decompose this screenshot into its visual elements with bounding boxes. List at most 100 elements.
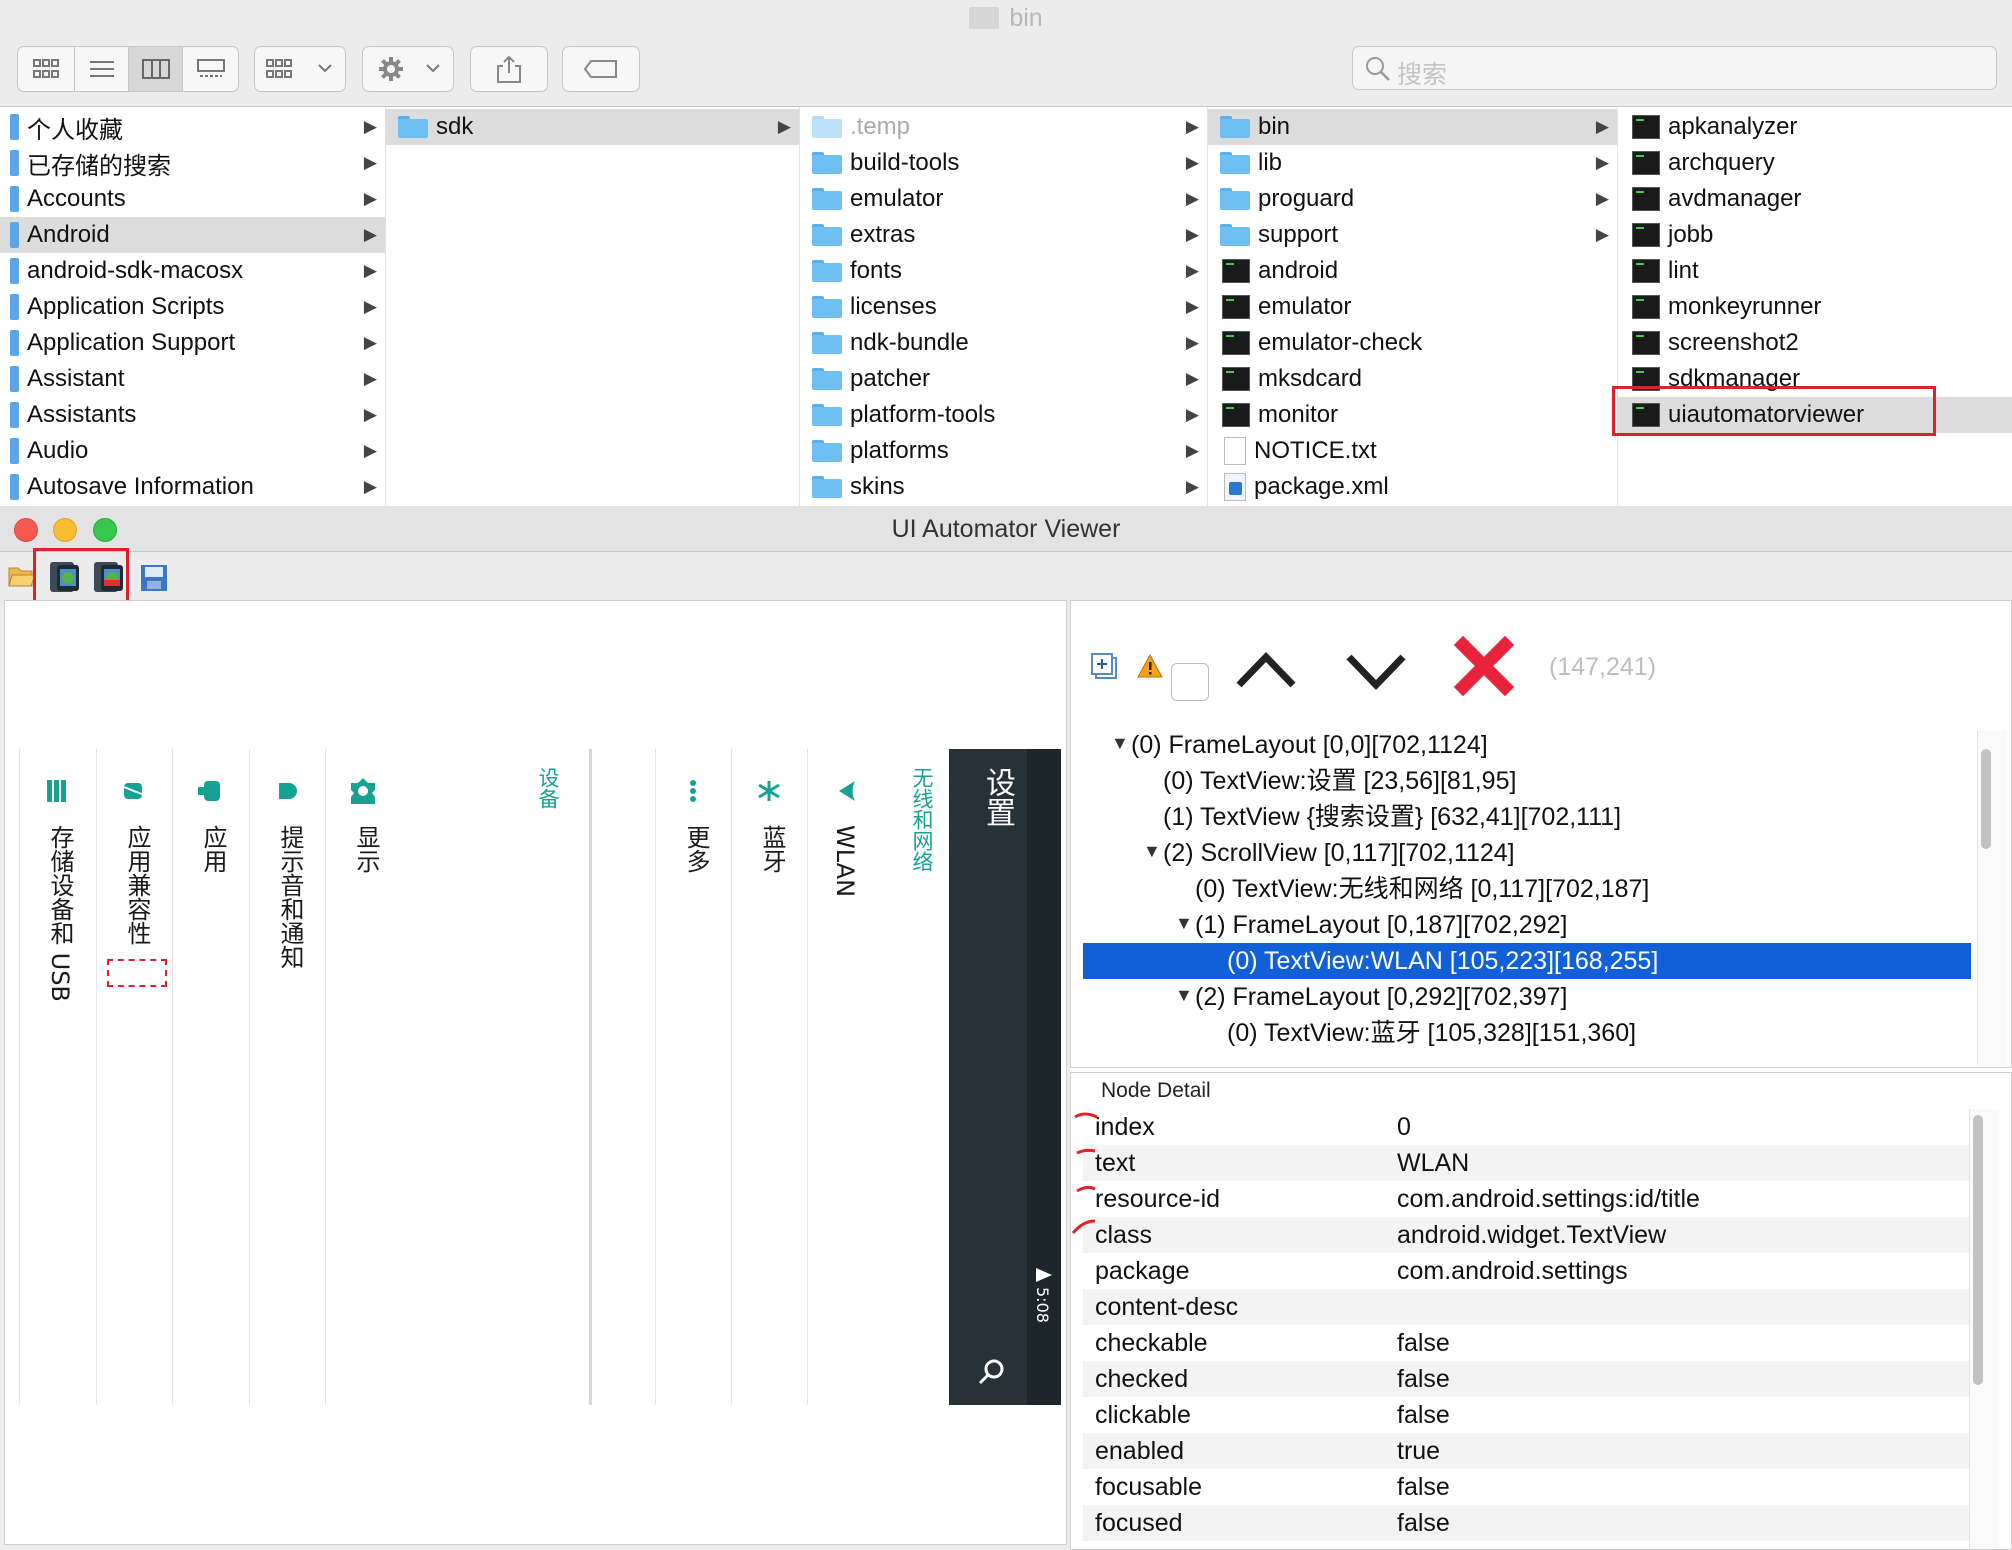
finder-row-autosave-information[interactable]: Autosave Information ▶ bbox=[0, 469, 385, 505]
tree-node[interactable]: (2) FrameLayout [0,292][702,397] bbox=[1195, 979, 1567, 1015]
finder-row-build-tools[interactable]: build-tools ▶ bbox=[800, 145, 1207, 181]
expand-triangle-icon[interactable]: ▼ bbox=[1111, 733, 1129, 754]
finder-row-application-support[interactable]: Application Support ▶ bbox=[0, 325, 385, 361]
tree-node[interactable]: (0) TextView:蓝牙 [105,328][151,360] bbox=[1227, 1015, 1636, 1051]
node-detail-row[interactable]: package com.android.settings bbox=[1083, 1253, 1979, 1289]
filter-checkbox[interactable] bbox=[1171, 663, 1209, 701]
finder-row-bin[interactable]: bin ▶ bbox=[1208, 109, 1617, 145]
finder-row-assistants[interactable]: Assistants ▶ bbox=[0, 397, 385, 433]
node-detail-row[interactable]: clickable false bbox=[1083, 1397, 1979, 1433]
node-detail-row[interactable]: checked false bbox=[1083, 1361, 1979, 1397]
tree-node[interactable]: (1) TextView {搜索设置} [632,41][702,111] bbox=[1163, 799, 1621, 835]
device-list-item[interactable]: 存储设备和 USB bbox=[19, 749, 95, 1405]
finder-row-package-xml[interactable]: package.xml bbox=[1208, 469, 1617, 505]
finder-row-android[interactable]: android bbox=[1208, 253, 1617, 289]
finder-row-item[interactable]: 个人收藏 ▶ bbox=[0, 109, 385, 145]
terminal-exec-icon bbox=[1222, 295, 1250, 319]
expand-triangle-icon[interactable]: ▼ bbox=[1175, 985, 1193, 1006]
action-menu-button[interactable] bbox=[362, 46, 454, 92]
finder-row-item[interactable]: 已存储的搜索 ▶ bbox=[0, 145, 385, 181]
icon-view-button[interactable] bbox=[18, 47, 75, 91]
tree-node[interactable]: (2) ScrollView [0,117][702,1124] bbox=[1163, 835, 1515, 871]
expand-triangle-icon[interactable]: ▼ bbox=[1143, 841, 1161, 862]
tree-node[interactable]: (0) FrameLayout [0,0][702,1124] bbox=[1131, 727, 1488, 763]
node-detail-scrollbar[interactable] bbox=[1969, 1109, 1999, 1549]
tags-button[interactable] bbox=[562, 46, 640, 92]
finder-row-emulator[interactable]: emulator ▶ bbox=[800, 181, 1207, 217]
finder-row-proguard[interactable]: proguard ▶ bbox=[1208, 181, 1617, 217]
finder-row-accounts[interactable]: Accounts ▶ bbox=[0, 181, 385, 217]
finder-row-sdk[interactable]: sdk ▶ bbox=[386, 109, 799, 145]
list-view-button[interactable] bbox=[75, 47, 129, 91]
node-detail-scroll-thumb[interactable] bbox=[1973, 1115, 1983, 1385]
expand-all-button[interactable] bbox=[1091, 653, 1119, 681]
finder-row-extras[interactable]: extras ▶ bbox=[800, 217, 1207, 253]
finder-row-fonts[interactable]: fonts ▶ bbox=[800, 253, 1207, 289]
finder-row-archquery[interactable]: archquery bbox=[1618, 145, 2012, 181]
search-field[interactable]: 搜索 bbox=[1352, 46, 1997, 90]
open-folder-button[interactable] bbox=[8, 564, 36, 588]
device-list-item[interactable]: 更多 bbox=[655, 749, 731, 1405]
finder-row-emulator[interactable]: emulator bbox=[1208, 289, 1617, 325]
tree-node[interactable]: (0) TextView:无线和网络 [0,117][702,187] bbox=[1195, 871, 1649, 907]
node-detail-row[interactable]: class android.widget.TextView bbox=[1083, 1217, 1979, 1253]
finder-row-licenses[interactable]: licenses ▶ bbox=[800, 289, 1207, 325]
device-list-item[interactable]: 应用 bbox=[172, 749, 248, 1405]
viewer-toolbar bbox=[0, 548, 2012, 616]
finder-row-screenshot2[interactable]: screenshot2 bbox=[1618, 325, 2012, 361]
device-search-button[interactable] bbox=[977, 1357, 1007, 1387]
previous-node-button[interactable] bbox=[1233, 645, 1299, 695]
node-detail-row[interactable]: focusable false bbox=[1083, 1469, 1979, 1505]
save-button[interactable] bbox=[140, 564, 168, 592]
disclosure-arrow-icon: ▶ bbox=[1595, 189, 1609, 208]
finder-row-platform-tools[interactable]: platform-tools ▶ bbox=[800, 397, 1207, 433]
gallery-view-button[interactable] bbox=[183, 47, 238, 91]
node-detail-row[interactable]: focused false bbox=[1083, 1505, 1979, 1541]
group-by-button[interactable] bbox=[254, 46, 346, 92]
finder-row-audio[interactable]: Audio ▶ bbox=[0, 433, 385, 469]
tree-scrollbar[interactable] bbox=[1977, 731, 2007, 1065]
finder-row-temp[interactable]: .temp ▶ bbox=[800, 109, 1207, 145]
finder-row-notice-txt[interactable]: NOTICE.txt bbox=[1208, 433, 1617, 469]
tree-node[interactable]: (0) TextView:WLAN [105,223][168,255] bbox=[1227, 943, 1658, 979]
finder-row-apkanalyzer[interactable]: apkanalyzer bbox=[1618, 109, 2012, 145]
device-list-item[interactable]: WLAN bbox=[807, 749, 883, 1405]
expand-triangle-icon[interactable]: ▼ bbox=[1175, 913, 1193, 934]
finder-row-lint[interactable]: lint bbox=[1618, 253, 2012, 289]
next-node-button[interactable] bbox=[1343, 645, 1409, 695]
toggle-nafs-button[interactable] bbox=[1137, 653, 1163, 679]
finder-row-mksdcard[interactable]: mksdcard bbox=[1208, 361, 1617, 397]
node-detail-row[interactable]: enabled true bbox=[1083, 1433, 1979, 1469]
node-detail-row[interactable]: index 0 bbox=[1083, 1109, 1979, 1145]
finder-row-support[interactable]: support ▶ bbox=[1208, 217, 1617, 253]
tree-node[interactable]: (1) FrameLayout [0,187][702,292] bbox=[1195, 907, 1567, 943]
finder-row-jobb[interactable]: jobb bbox=[1618, 217, 2012, 253]
finder-row-application-scripts[interactable]: Application Scripts ▶ bbox=[0, 289, 385, 325]
device-list-item[interactable]: 提示音和通知 bbox=[249, 749, 325, 1405]
finder-row-platforms[interactable]: platforms ▶ bbox=[800, 433, 1207, 469]
finder-row-assistant[interactable]: Assistant ▶ bbox=[0, 361, 385, 397]
finder-row-patcher[interactable]: patcher ▶ bbox=[800, 361, 1207, 397]
disclosure-arrow-icon: ▶ bbox=[1595, 225, 1609, 244]
device-list-item[interactable]: 蓝牙 bbox=[731, 749, 807, 1405]
finder-row-monkeyrunner[interactable]: monkeyrunner bbox=[1618, 289, 2012, 325]
clear-search-button[interactable] bbox=[1453, 635, 1515, 697]
tree-node[interactable]: (0) TextView:设置 [23,56][81,95] bbox=[1163, 763, 1516, 799]
tree-scroll-thumb[interactable] bbox=[1981, 749, 1991, 849]
finder-row-android-sdk-macosx[interactable]: android-sdk-macosx ▶ bbox=[0, 253, 385, 289]
node-detail-row[interactable]: resource-id com.android.settings:id/title bbox=[1083, 1181, 1979, 1217]
column-view-button[interactable] bbox=[129, 47, 183, 91]
finder-row-android[interactable]: Android ▶ bbox=[0, 217, 385, 253]
finder-row-monitor[interactable]: monitor bbox=[1208, 397, 1617, 433]
finder-row-lib[interactable]: lib ▶ bbox=[1208, 145, 1617, 181]
finder-row-ndk-bundle[interactable]: ndk-bundle ▶ bbox=[800, 325, 1207, 361]
share-button[interactable] bbox=[470, 46, 548, 92]
node-detail-row[interactable]: text WLAN bbox=[1083, 1145, 1979, 1181]
node-detail-row[interactable]: content-desc bbox=[1083, 1289, 1979, 1325]
device-list-item[interactable]: 显示 bbox=[325, 749, 401, 1405]
finder-row-emulator-check[interactable]: emulator-check bbox=[1208, 325, 1617, 361]
node-detail-row[interactable]: checkable false bbox=[1083, 1325, 1979, 1361]
device-list-item[interactable]: 应用兼容性 bbox=[96, 749, 172, 1405]
finder-row-skins[interactable]: skins ▶ bbox=[800, 469, 1207, 505]
finder-row-avdmanager[interactable]: avdmanager bbox=[1618, 181, 2012, 217]
